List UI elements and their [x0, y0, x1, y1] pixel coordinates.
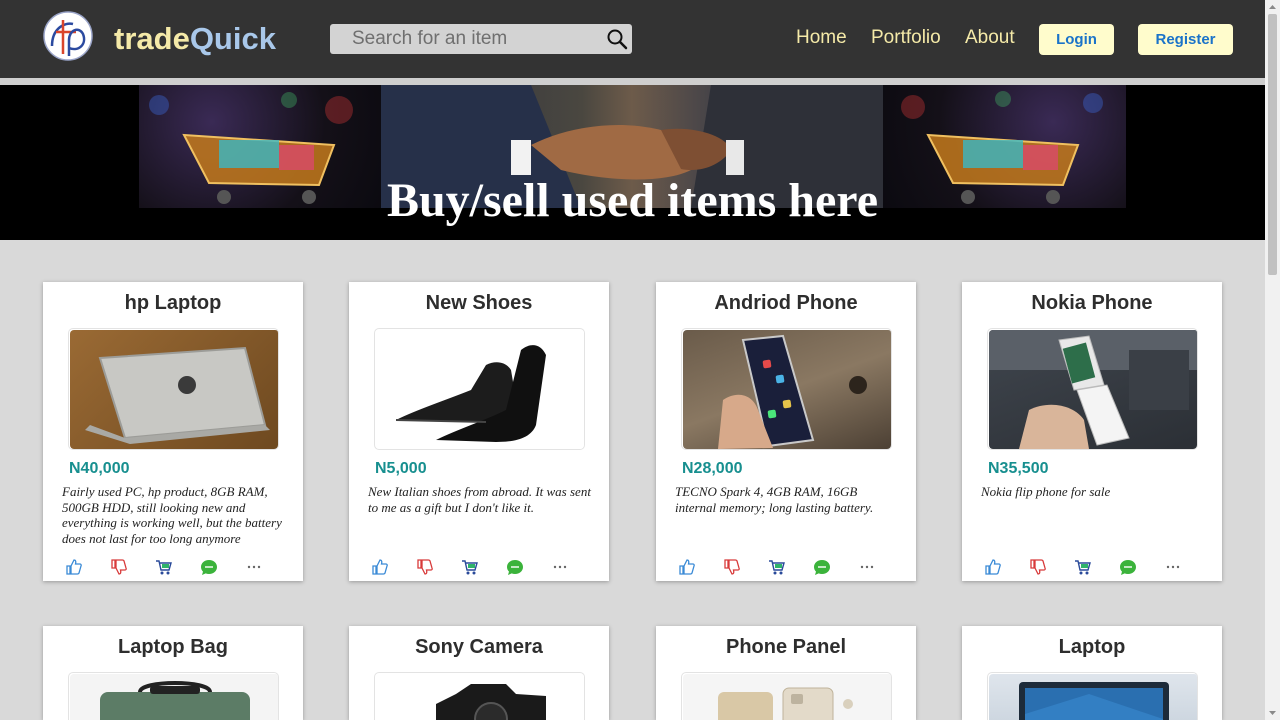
- nav-home-link[interactable]: Home: [796, 27, 847, 49]
- more-icon[interactable]: [245, 558, 263, 576]
- thumbs-down-icon[interactable]: [416, 558, 434, 576]
- hero-banner: Buy/sell used items here: [0, 85, 1265, 240]
- top-navbar: tradeQuick Home Portfolio About Login Re…: [0, 0, 1265, 78]
- product-title[interactable]: Laptop: [962, 635, 1222, 659]
- thumbs-up-icon[interactable]: [371, 558, 389, 576]
- product-title[interactable]: Laptop Bag: [43, 635, 303, 659]
- logo-icon[interactable]: [43, 8, 93, 64]
- product-card[interactable]: New Shoes N5,000 New Italian shoes from …: [349, 282, 609, 581]
- product-image[interactable]: [70, 330, 278, 449]
- product-image-frame: [987, 672, 1198, 720]
- header-divider: [0, 78, 1265, 85]
- thumbs-up-icon[interactable]: [65, 558, 83, 576]
- product-actions: [676, 558, 896, 576]
- product-image[interactable]: [70, 674, 278, 720]
- chat-icon[interactable]: [200, 558, 218, 576]
- product-image[interactable]: [376, 674, 584, 720]
- chat-icon[interactable]: [813, 558, 831, 576]
- hero-title: Buy/sell used items here: [386, 174, 879, 227]
- nav-portfolio-link[interactable]: Portfolio: [871, 27, 941, 49]
- product-image[interactable]: [989, 674, 1197, 720]
- login-button[interactable]: Login: [1039, 24, 1114, 55]
- thumbs-down-icon[interactable]: [1029, 558, 1047, 576]
- product-card[interactable]: Andriod Phone N28,000 TECNO Spark 4, 4GB…: [656, 282, 916, 581]
- product-price: N28,000: [682, 460, 743, 477]
- product-description: New Italian shoes from abroad. It was se…: [368, 484, 591, 515]
- brand-name[interactable]: tradeQuick: [114, 21, 276, 57]
- cart-icon[interactable]: [461, 558, 479, 576]
- product-description: Fairly used PC, hp product, 8GB RAM, 500…: [62, 484, 282, 546]
- brand-part-quick: Quick: [189, 21, 276, 56]
- page-scrollbar[interactable]: [1265, 0, 1280, 720]
- product-image-frame: [68, 328, 279, 450]
- product-image[interactable]: [376, 330, 584, 449]
- more-icon[interactable]: [858, 558, 876, 576]
- product-image[interactable]: [989, 330, 1197, 449]
- product-price: N35,500: [988, 460, 1049, 477]
- product-title[interactable]: Andriod Phone: [656, 291, 916, 315]
- search-input[interactable]: [330, 24, 600, 54]
- search-icon[interactable]: [606, 28, 628, 50]
- product-actions: [63, 558, 283, 576]
- product-image-frame: [681, 672, 892, 720]
- product-card[interactable]: hp Laptop N40,000 Fairly used PC, hp pro…: [43, 282, 303, 581]
- nav-about-link[interactable]: About: [965, 27, 1015, 49]
- cart-icon[interactable]: [768, 558, 786, 576]
- product-image[interactable]: [683, 330, 891, 449]
- chat-icon[interactable]: [506, 558, 524, 576]
- thumbs-down-icon[interactable]: [723, 558, 741, 576]
- product-description: Nokia flip phone for sale: [981, 484, 1111, 499]
- chat-icon[interactable]: [1119, 558, 1137, 576]
- product-image[interactable]: [683, 674, 891, 720]
- product-card[interactable]: Laptop: [962, 626, 1222, 720]
- product-title[interactable]: hp Laptop: [43, 291, 303, 315]
- scroll-up-arrow-icon[interactable]: [1265, 0, 1280, 14]
- product-actions: [982, 558, 1202, 576]
- more-icon[interactable]: [1164, 558, 1182, 576]
- product-actions: [369, 558, 589, 576]
- product-price: N40,000: [69, 460, 130, 477]
- register-button[interactable]: Register: [1138, 24, 1233, 55]
- thumbs-up-icon[interactable]: [984, 558, 1002, 576]
- product-card[interactable]: Phone Panel: [656, 626, 916, 720]
- product-description: TECNO Spark 4, 4GB RAM, 16GB internal me…: [675, 484, 874, 515]
- brand-part-trade: trade: [114, 21, 190, 56]
- product-image-frame: [374, 328, 585, 450]
- product-card[interactable]: Nokia Phone N35,500 Nokia flip phone for…: [962, 282, 1222, 581]
- scrollbar-thumb[interactable]: [1268, 14, 1277, 275]
- product-price: N5,000: [375, 460, 427, 477]
- thumbs-down-icon[interactable]: [110, 558, 128, 576]
- product-title[interactable]: Sony Camera: [349, 635, 609, 659]
- product-card[interactable]: Sony Camera: [349, 626, 609, 720]
- product-title[interactable]: New Shoes: [349, 291, 609, 315]
- product-image-frame: [68, 672, 279, 720]
- more-icon[interactable]: [551, 558, 569, 576]
- product-card[interactable]: Laptop Bag: [43, 626, 303, 720]
- thumbs-up-icon[interactable]: [678, 558, 696, 576]
- cart-icon[interactable]: [1074, 558, 1092, 576]
- cart-icon[interactable]: [155, 558, 173, 576]
- product-image-frame: [681, 328, 892, 450]
- product-image-frame: [374, 672, 585, 720]
- product-title[interactable]: Phone Panel: [656, 635, 916, 659]
- search-box: [330, 24, 632, 54]
- scroll-down-arrow-icon[interactable]: [1265, 706, 1280, 720]
- product-image-frame: [987, 328, 1198, 450]
- product-title[interactable]: Nokia Phone: [962, 291, 1222, 315]
